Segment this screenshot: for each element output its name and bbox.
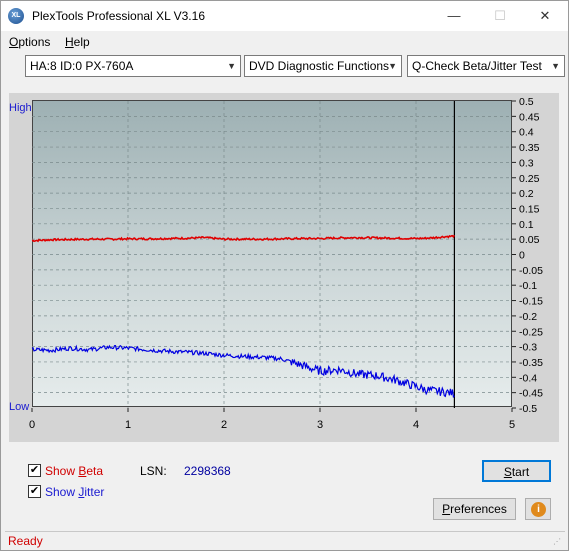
app-icon: XL — [8, 8, 24, 24]
info-icon: i — [531, 502, 546, 517]
function-select[interactable]: DVD Diagnostic Functions ▼ — [244, 55, 402, 77]
y-tick-label: -0.4 — [519, 372, 537, 384]
lsn-value: 2298368 — [184, 464, 231, 478]
window-title: PlexTools Professional XL V3.16 — [32, 9, 205, 23]
show-beta-label[interactable]: Show Beta — [45, 464, 103, 478]
x-tick-label: 0 — [29, 419, 35, 431]
chart-svg: 0.5 0.45 0.4 0.35 0.3 0.25 0.2 0.15 0.1 0.05 0 -0.0… — [29, 96, 543, 431]
y-tick-label: 0.15 — [519, 203, 540, 215]
show-jitter-label-post: itter — [84, 485, 105, 499]
menu-help-label: elp — [73, 35, 90, 49]
x-tick-label: 3 — [317, 419, 323, 431]
show-beta-label-pre: Show — [45, 464, 79, 478]
x-tick-label: 2 — [221, 419, 227, 431]
x-tick-label: 4 — [413, 419, 419, 431]
y-tick-label: -0.05 — [519, 265, 543, 277]
status-bar: Ready ⋰ — [5, 531, 565, 549]
menu-options-accel: O — [9, 35, 19, 49]
function-select-value: DVD Diagnostic Functions — [249, 59, 390, 73]
y-tick-label: -0.25 — [519, 326, 543, 338]
y-tick-label: -0.35 — [519, 357, 543, 369]
chart-panel: High Low 0.5 0.45 0.4 0.35 0.3 0.25 0.2 0.15 0.1… — [9, 93, 559, 442]
y-tick-label: -0.5 — [519, 403, 537, 415]
control-panel: ✔ Show Beta ✔ Show Jitter LSN: 2298368 S… — [9, 453, 559, 525]
maximize-button[interactable]: ☐ — [477, 1, 523, 31]
y-tick-label: -0.2 — [519, 311, 537, 323]
y-tick-label: 0.35 — [519, 142, 540, 154]
y-tick-label: 0.05 — [519, 234, 540, 246]
preferences-button-accel: P — [442, 502, 451, 516]
y-tick-label: 0.45 — [519, 111, 540, 123]
lsn-label: LSN: — [140, 464, 167, 478]
status-text: Ready — [8, 534, 43, 548]
menu-bar: Options Help — [1, 32, 568, 52]
menu-options-label: ptions — [18, 35, 51, 49]
jitter-series-line — [31, 344, 455, 399]
minimize-button[interactable]: — — [431, 1, 477, 31]
test-select-value: Q-Check Beta/Jitter Test — [412, 59, 542, 73]
beta-series-line — [31, 234, 456, 243]
drive-select[interactable]: HA:8 ID:0 PX-760A ▼ — [25, 55, 241, 77]
x-tick-label: 5 — [509, 419, 515, 431]
y-tick-label: 0.4 — [519, 127, 534, 139]
start-button-accel: S — [503, 465, 512, 479]
y-tick-label: 0.3 — [519, 157, 534, 169]
y-tick-label: -0.45 — [519, 388, 543, 400]
show-beta-label-post: eta — [86, 464, 104, 478]
drive-select-value: HA:8 ID:0 PX-760A — [30, 59, 134, 73]
chevron-down-icon: ▼ — [551, 61, 560, 71]
close-button[interactable]: ✕ — [522, 1, 568, 31]
menu-help-accel: H — [65, 35, 74, 49]
menu-options[interactable]: Options — [9, 35, 50, 49]
main-window: XL PlexTools Professional XL V3.16 — ☐ ✕… — [0, 0, 569, 551]
y-tick-label: 0.5 — [519, 96, 534, 108]
y-tick-label: 0 — [519, 250, 525, 262]
start-button[interactable]: Start — [482, 460, 551, 482]
show-jitter-label-pre: Show — [45, 485, 79, 499]
preferences-button[interactable]: Preferences — [433, 498, 516, 520]
show-jitter-checkbox[interactable]: ✔ — [28, 485, 41, 498]
show-beta-checkbox[interactable]: ✔ — [28, 464, 41, 477]
preferences-button-label: references — [450, 502, 507, 516]
menu-help[interactable]: Help — [65, 35, 90, 49]
y-tick-label: -0.15 — [519, 296, 543, 308]
test-select[interactable]: Q-Check Beta/Jitter Test ▼ — [407, 55, 565, 77]
title-bar: XL PlexTools Professional XL V3.16 — ☐ ✕ — [1, 1, 568, 31]
info-button[interactable]: i — [525, 498, 551, 520]
resize-grip-icon[interactable]: ⋰ — [553, 537, 563, 547]
y-tick-label: 0.2 — [519, 188, 534, 200]
x-tick-label: 1 — [125, 419, 131, 431]
show-jitter-label[interactable]: Show Jitter — [45, 485, 104, 499]
y-tick-label: 0.25 — [519, 173, 540, 185]
y-tick-label: 0.1 — [519, 219, 534, 231]
y-tick-label: -0.3 — [519, 342, 537, 354]
start-button-label: tart — [511, 465, 530, 479]
chevron-down-icon: ▼ — [388, 61, 397, 71]
chevron-down-icon: ▼ — [227, 61, 236, 71]
y-tick-label: -0.1 — [519, 280, 537, 292]
